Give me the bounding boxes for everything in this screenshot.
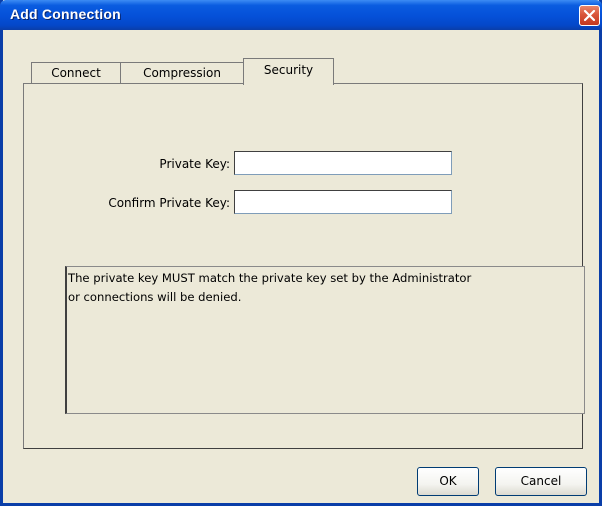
private-key-info-text: The private key MUST match the private k… (65, 266, 585, 414)
add-connection-dialog: Add Connection Connect Compression Secur… (0, 0, 602, 506)
confirm-private-key-input[interactable] (234, 190, 452, 214)
security-tab-panel: Private Key: Confirm Private Key: The pr… (23, 83, 585, 449)
cancel-button[interactable]: Cancel (495, 467, 587, 496)
tab-compression[interactable]: Compression (120, 62, 244, 84)
close-icon (583, 9, 596, 22)
private-key-label: Private Key: (159, 157, 230, 171)
tab-security[interactable]: Security (243, 58, 334, 85)
title-bar[interactable]: Add Connection (0, 0, 602, 30)
confirm-private-key-label: Confirm Private Key: (108, 196, 230, 210)
tab-connect[interactable]: Connect (31, 62, 121, 84)
window-title: Add Connection (10, 6, 121, 22)
close-button[interactable] (579, 5, 600, 26)
ok-button[interactable]: OK (417, 467, 479, 496)
private-key-input[interactable] (234, 151, 452, 175)
